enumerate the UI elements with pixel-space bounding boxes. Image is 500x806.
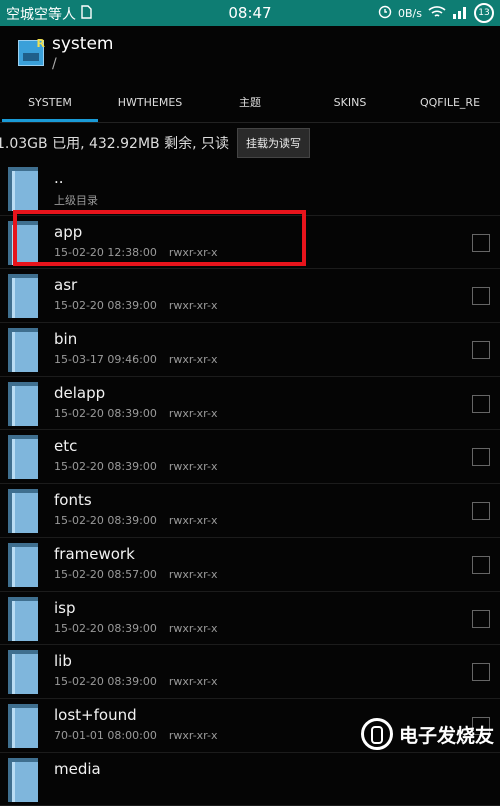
file-meta: 15-02-20 08:57:00 rwxr-xr-x	[54, 568, 217, 581]
file-date: 15-02-20 08:39:00	[54, 406, 157, 420]
folder-icon	[8, 757, 40, 802]
file-permissions: rwxr-xr-x	[168, 460, 218, 474]
file-date: 15-02-20 08:57:00	[54, 567, 157, 581]
battery-icon: 13	[474, 3, 494, 23]
tab-themes[interactable]: 主题	[200, 82, 300, 122]
root-explorer-icon: R	[18, 37, 45, 66]
file-row[interactable]: isp 15-02-20 08:39:00 rwxr-xr-x	[0, 592, 500, 646]
file-permissions: rwxr-xr-x	[168, 514, 218, 528]
select-checkbox[interactable]	[472, 663, 490, 682]
file-meta: 15-02-20 08:39:00 rwxr-xr-x	[54, 675, 217, 688]
signal-icon	[452, 5, 468, 22]
file-permissions: rwxr-xr-x	[168, 406, 218, 420]
file-meta: 15-02-20 08:39:00 rwxr-xr-x	[54, 514, 217, 527]
tab-skins[interactable]: SKINS	[300, 82, 400, 122]
logo-icon	[360, 718, 393, 750]
file-row[interactable]: framework 15-02-20 08:57:00 rwxr-xr-x	[0, 538, 500, 592]
file-date: 15-03-17 09:46:00	[54, 353, 157, 367]
file-date: 15-02-20 08:39:00	[54, 299, 157, 313]
select-checkbox[interactable]	[472, 233, 490, 252]
file-meta: 70-01-01 08:00:00 rwxr-xr-x	[54, 729, 217, 742]
file-meta: 15-02-20 08:39:00 rwxr-xr-x	[54, 407, 217, 420]
file-meta	[54, 783, 66, 796]
select-checkbox[interactable]	[472, 448, 490, 467]
file-row[interactable]: etc 15-02-20 08:39:00 rwxr-xr-x	[0, 430, 500, 485]
file-permissions: rwxr-xr-x	[168, 299, 218, 313]
select-checkbox[interactable]	[472, 394, 490, 413]
watermark: 电子发烧友	[360, 718, 494, 750]
file-permissions: rwxr-xr-x	[168, 728, 218, 742]
file-name: lib	[54, 652, 72, 671]
file-date: 15-02-20 08:39:00	[54, 460, 157, 474]
file-permissions: rwxr-xr-x	[168, 567, 218, 581]
select-checkbox[interactable]	[472, 502, 490, 521]
select-checkbox[interactable]	[472, 287, 490, 306]
file-name: media	[54, 759, 101, 778]
file-row[interactable]: .. 上级目录	[0, 162, 500, 216]
file-meta: 15-02-20 08:39:00 rwxr-xr-x	[54, 299, 217, 312]
file-row[interactable]: lib 15-02-20 08:39:00 rwxr-xr-x	[0, 645, 500, 699]
storage-info: 1.03GB 已用, 432.92MB 剩余, 只读 挂载为读写	[0, 124, 500, 162]
file-permissions: rwxr-xr-x	[168, 353, 218, 367]
file-permissions: rwxr-xr-x	[168, 621, 218, 635]
folder-icon	[8, 435, 40, 480]
file-name: delapp	[54, 383, 106, 402]
tab-bar: SYSTEM HWTHEMES 主题 SKINS QQFILE_RE	[0, 82, 500, 123]
folder-icon	[8, 489, 40, 534]
file-meta: 15-03-17 09:46:00 rwxr-xr-x	[54, 353, 217, 366]
file-date: 15-02-20 08:39:00	[54, 621, 157, 635]
wifi-icon	[428, 5, 446, 22]
file-meta: 上级目录	[54, 192, 110, 208]
file-name: framework	[54, 544, 135, 563]
folder-icon	[8, 381, 40, 426]
file-meta: 15-02-20 08:39:00 rwxr-xr-x	[54, 622, 217, 635]
file-name: asr	[54, 276, 78, 295]
file-name: lost+found	[54, 705, 137, 724]
folder-icon	[8, 328, 40, 373]
file-name: ..	[54, 169, 64, 187]
folder-icon	[8, 650, 40, 695]
file-date: 15-02-20 08:39:00	[54, 675, 157, 689]
tab-hwthemes[interactable]: HWTHEMES	[100, 82, 200, 122]
file-name: bin	[54, 330, 78, 349]
file-row[interactable]: asr 15-02-20 08:39:00 rwxr-xr-x	[0, 269, 500, 324]
select-checkbox[interactable]	[472, 555, 490, 574]
tab-system[interactable]: SYSTEM	[0, 82, 100, 122]
highlight-box	[13, 210, 306, 266]
page-title: system	[52, 34, 114, 54]
current-path: /	[52, 56, 57, 72]
file-name: etc	[54, 437, 78, 456]
folder-icon	[8, 167, 40, 211]
file-permissions: rwxr-xr-x	[168, 675, 218, 689]
file-name: isp	[54, 598, 76, 617]
storage-text: 1.03GB 已用, 432.92MB 剩余, 只读	[0, 136, 229, 152]
mount-rw-button[interactable]: 挂载为读写	[237, 128, 310, 158]
status-right: 0B/s 13	[378, 3, 494, 23]
file-date: 70-01-01 08:00:00	[54, 728, 157, 742]
watermark-text: 电子发烧友	[398, 724, 494, 747]
file-name: fonts	[54, 491, 92, 510]
folder-icon	[8, 274, 40, 319]
header: R system /	[0, 26, 500, 82]
file-row[interactable]: bin 15-03-17 09:46:00 rwxr-xr-x	[0, 323, 500, 377]
file-row[interactable]: media	[0, 753, 500, 806]
alarm-icon	[378, 5, 392, 22]
status-bar: 空城空等人 08:47 0B/s 13	[0, 0, 500, 26]
tab-qqfile[interactable]: QQFILE_RE	[400, 82, 500, 122]
data-rate: 0B/s	[398, 6, 422, 20]
file-row[interactable]: delapp 15-02-20 08:39:00 rwxr-xr-x	[0, 377, 500, 431]
select-checkbox[interactable]	[472, 609, 490, 628]
select-checkbox[interactable]	[472, 341, 490, 360]
file-date: 15-02-20 08:39:00	[54, 514, 157, 528]
file-meta: 15-02-20 08:39:00 rwxr-xr-x	[54, 460, 217, 473]
folder-icon	[8, 596, 40, 641]
folder-icon	[8, 703, 40, 748]
file-date: 上级目录	[54, 194, 98, 207]
folder-icon	[8, 542, 40, 587]
file-row[interactable]: fonts 15-02-20 08:39:00 rwxr-xr-x	[0, 484, 500, 538]
